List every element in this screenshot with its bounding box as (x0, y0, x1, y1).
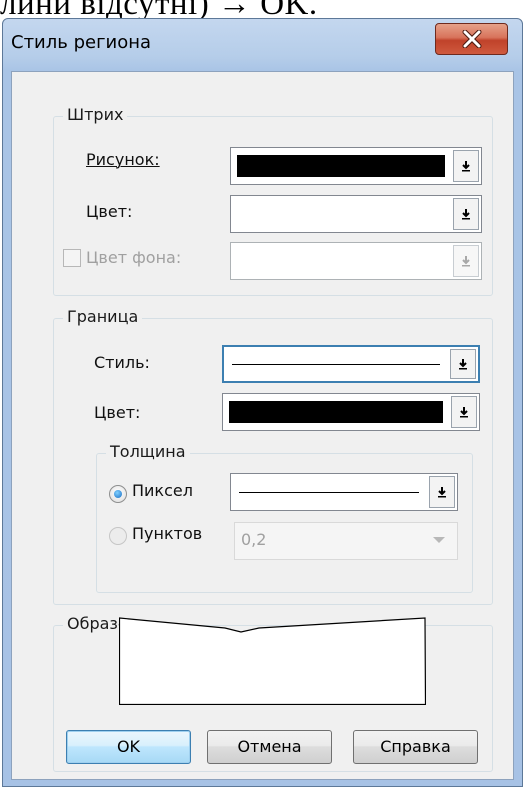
border-color-swatch (229, 401, 443, 423)
pattern-dropdown-button[interactable] (453, 150, 479, 182)
pixel-label: Пиксел (132, 481, 193, 500)
region-style-dialog: Стиль региона Штрих Рисунок: Цвет: Цвет … (2, 18, 523, 787)
border-color-dropdown-button[interactable] (451, 396, 477, 428)
title-bar[interactable]: Стиль региона (3, 19, 522, 71)
close-button[interactable] (435, 23, 508, 55)
border-color-label: Цвет: (94, 403, 141, 422)
stroke-color-label: Цвет: (86, 202, 133, 221)
sample-preview (119, 617, 426, 705)
background-color-dropdown-button[interactable] (453, 245, 479, 277)
border-style-line-sample (232, 364, 440, 365)
chevron-down-icon (433, 537, 445, 543)
help-button[interactable]: Справка (353, 730, 478, 764)
background-color-label: Цвет фона: (86, 248, 182, 267)
dropdown-arrow-icon (462, 209, 470, 220)
ok-button[interactable]: OK (66, 730, 191, 764)
stroke-color-combo[interactable] (230, 195, 482, 233)
border-style-label: Стиль: (94, 353, 150, 372)
dropdown-arrow-icon (438, 487, 446, 498)
pixel-thickness-line-sample (239, 492, 419, 493)
cancel-button[interactable]: Отмена (207, 730, 332, 764)
pixel-thickness-combo[interactable] (230, 473, 458, 511)
dropdown-arrow-icon (462, 161, 470, 172)
pixel-radio[interactable] (109, 485, 127, 503)
pattern-swatch (237, 155, 445, 177)
thickness-group-title: Толщина (106, 442, 190, 461)
dropdown-arrow-icon (459, 359, 467, 370)
border-style-dropdown-button[interactable] (450, 349, 476, 379)
stroke-group-title: Штрих (63, 105, 128, 124)
background-color-checkbox[interactable] (63, 249, 81, 267)
border-group-title: Граница (63, 307, 143, 326)
points-value: 0,2 (241, 530, 267, 549)
dropdown-arrow-icon (460, 407, 468, 418)
pattern-label: Рисунок: (86, 150, 160, 169)
stroke-color-dropdown-button[interactable] (453, 198, 479, 230)
close-x-icon (462, 30, 481, 48)
stroke-color-swatch (237, 203, 445, 225)
background-color-combo[interactable] (230, 242, 482, 280)
pixel-thickness-dropdown-button[interactable] (429, 476, 455, 508)
border-color-combo[interactable] (222, 393, 480, 431)
border-style-combo[interactable] (222, 345, 480, 383)
points-radio[interactable] (109, 527, 127, 545)
dropdown-arrow-icon (462, 256, 470, 267)
points-thickness-field[interactable]: 0,2 (234, 522, 458, 560)
points-label: Пунктов (132, 524, 203, 543)
pattern-combo[interactable] (230, 147, 482, 185)
dialog-title: Стиль региона (11, 32, 152, 53)
